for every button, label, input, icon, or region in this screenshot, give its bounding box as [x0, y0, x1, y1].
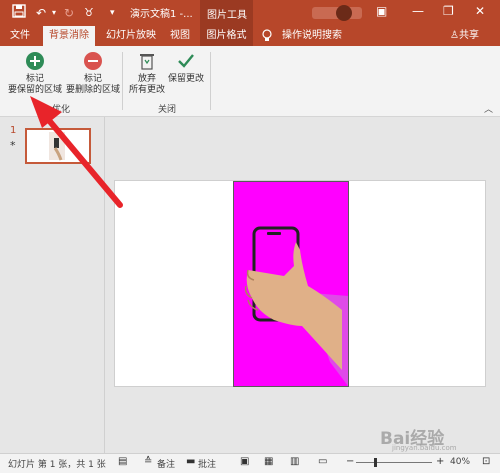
- comments-icon[interactable]: ▬: [186, 456, 195, 467]
- slideshow-icon[interactable]: ▭: [318, 456, 327, 467]
- annotation-arrow: [30, 96, 123, 208]
- comments-button[interactable]: 批注: [198, 457, 216, 470]
- zoom-slider[interactable]: [356, 462, 432, 463]
- slide-count-info: 幻灯片 第 1 张，共 1 张: [8, 460, 106, 470]
- notes-button[interactable]: 备注: [157, 457, 175, 470]
- zoom-in-icon[interactable]: +: [436, 456, 444, 467]
- fit-slide-icon[interactable]: ⊡: [482, 456, 490, 467]
- notes-icon[interactable]: ≙: [144, 456, 152, 467]
- zoom-out-icon[interactable]: −: [346, 456, 354, 467]
- slide-sorter-icon[interactable]: ▦: [264, 456, 273, 467]
- zoom-slider-thumb[interactable]: [374, 458, 377, 467]
- accessibility-icon[interactable]: ▤: [118, 456, 127, 467]
- normal-view-icon[interactable]: ▣: [240, 456, 249, 467]
- watermark-sub: jingyan.baidu.com: [392, 444, 457, 452]
- zoom-level[interactable]: 40%: [450, 457, 470, 467]
- reading-view-icon[interactable]: ▥: [290, 456, 299, 467]
